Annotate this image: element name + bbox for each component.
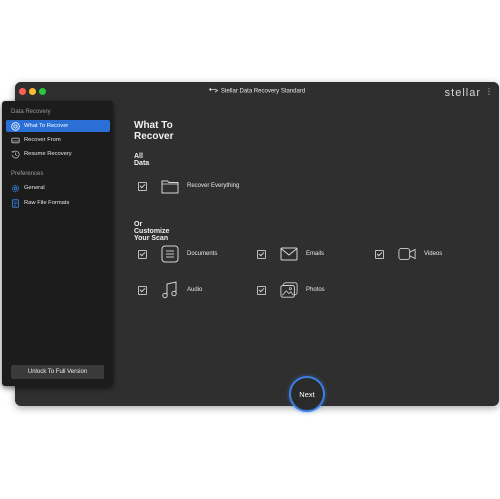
sidebar-item-label: General: [24, 185, 45, 191]
recover-everything-label: Recover Everything: [187, 183, 240, 189]
next-button[interactable]: Next: [289, 376, 325, 412]
emails-label: Emails: [306, 251, 325, 257]
history-icon: [11, 150, 20, 159]
sidebar-item-recover-from[interactable]: Recover From: [6, 134, 110, 146]
sidebar-item-raw-file-formats[interactable]: Raw File Formats: [6, 197, 110, 209]
photos-checkbox[interactable]: [257, 285, 266, 295]
drive-icon: [11, 136, 20, 145]
target-icon: [11, 121, 20, 131]
recover-everything-checkbox[interactable]: [138, 181, 147, 191]
emails-option[interactable]: Emails: [257, 245, 324, 263]
sidebar: Data Recovery What To Recover Recover Fr…: [2, 101, 113, 386]
emails-checkbox[interactable]: [257, 249, 266, 259]
videos-label: Videos: [424, 251, 443, 257]
photos-option[interactable]: Photos: [257, 281, 325, 299]
document-icon: [161, 245, 179, 263]
mail-icon: [280, 245, 298, 263]
folder-icon: [161, 177, 179, 195]
all-data-heading: All Data: [134, 153, 150, 167]
customize-scan-heading: Or Customize Your Scan: [134, 221, 170, 242]
audio-checkbox[interactable]: [138, 285, 147, 295]
title-bar: Stellar Data Recovery Standard stellar ⋮: [15, 82, 499, 102]
file-list-icon: [11, 198, 20, 208]
window-title: Stellar Data Recovery Standard: [15, 87, 499, 95]
sidebar-item-resume-recovery[interactable]: Resume Recovery: [6, 148, 110, 160]
documents-option[interactable]: Documents: [138, 245, 217, 263]
unlock-full-version-button[interactable]: Unlock To Full Version: [11, 365, 104, 379]
sidebar-item-what-to-recover[interactable]: What To Recover: [6, 120, 110, 132]
window-title-text: Stellar Data Recovery Standard: [220, 88, 306, 95]
sidebar-item-label: Resume Recovery: [24, 151, 72, 157]
brand-logo: stellar: [444, 87, 481, 99]
section-label-preferences: Preferences: [11, 171, 44, 177]
page-title: What To Recover: [134, 120, 174, 142]
photo-icon: [280, 281, 298, 299]
sidebar-item-label: Raw File Formats: [24, 200, 70, 206]
sidebar-item-label: What To Recover: [24, 123, 69, 129]
sidebar-item-general[interactable]: General: [6, 182, 110, 194]
kebab-menu-icon[interactable]: ⋮: [485, 88, 493, 96]
documents-label: Documents: [187, 251, 218, 257]
videos-checkbox[interactable]: [375, 249, 384, 259]
sidebar-item-label: Recover From: [24, 137, 61, 143]
video-icon: [398, 245, 416, 263]
recover-everything-option[interactable]: Recover Everything: [138, 177, 239, 195]
music-icon: [161, 281, 179, 299]
section-label-data-recovery: Data Recovery: [11, 109, 51, 115]
swap-arrows-icon: [208, 87, 219, 95]
audio-label: Audio: [187, 287, 203, 293]
documents-checkbox[interactable]: [138, 249, 147, 259]
audio-option[interactable]: Audio: [138, 281, 202, 299]
photos-label: Photos: [306, 287, 325, 293]
gear-icon: [11, 184, 20, 193]
videos-option[interactable]: Videos: [375, 245, 442, 263]
